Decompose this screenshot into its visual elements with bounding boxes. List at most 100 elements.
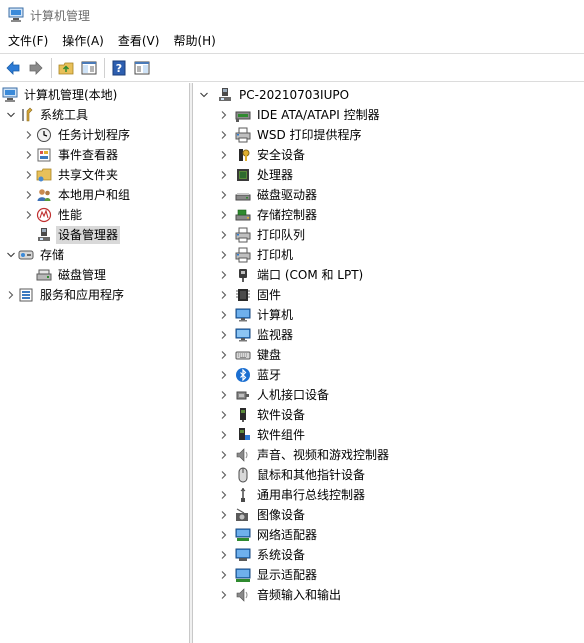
tree-item-system-tools[interactable]: 系统工具 <box>4 105 90 125</box>
device-category-item[interactable]: 磁盘驱动器 <box>217 185 319 205</box>
toolbar-separator <box>104 57 105 78</box>
chevron-right-icon[interactable] <box>217 325 231 345</box>
chevron-right-icon[interactable] <box>217 425 231 445</box>
chevron-right-icon[interactable] <box>217 565 231 585</box>
device-category-item[interactable]: 通用串行总线控制器 <box>217 485 367 505</box>
show-hide-tree-button[interactable] <box>78 57 100 79</box>
device-category-item[interactable]: 安全设备 <box>217 145 307 165</box>
chevron-right-icon[interactable] <box>217 525 231 545</box>
tree-item-device-manager[interactable]: 设备管理器 <box>36 225 121 245</box>
tree-item-disk-management[interactable]: 磁盘管理 <box>36 265 108 285</box>
device-category-item[interactable]: 声音、视频和游戏控制器 <box>217 445 391 465</box>
device-category-item[interactable]: 显示适配器 <box>217 565 319 585</box>
device-category-item[interactable]: 蓝牙 <box>217 365 283 385</box>
chevron-right-icon[interactable] <box>22 145 36 165</box>
chevron-right-icon[interactable] <box>217 365 231 385</box>
device-category-item[interactable]: 人机接口设备 <box>217 385 331 405</box>
show-action-pane-button[interactable] <box>131 57 153 79</box>
chevron-down-icon[interactable] <box>197 85 211 105</box>
performance-icon <box>36 207 52 223</box>
up-folder-button[interactable] <box>55 57 77 79</box>
chevron-down-icon[interactable] <box>4 245 18 265</box>
chevron-right-icon[interactable] <box>217 305 231 325</box>
tree-item-services-apps[interactable]: 服务和应用程序 <box>4 285 126 305</box>
device-category-item[interactable]: 计算机 <box>217 305 295 325</box>
chevron-right-icon[interactable] <box>217 165 231 185</box>
chevron-right-icon[interactable] <box>4 285 18 305</box>
disk-drive-icon <box>235 187 251 203</box>
tree-item-shared-folders[interactable]: 共享文件夹 <box>22 165 120 185</box>
menu-help[interactable]: 帮助(H) <box>166 30 222 52</box>
chevron-right-icon[interactable] <box>217 185 231 205</box>
tree-label: 系统工具 <box>40 108 89 122</box>
chevron-right-icon[interactable] <box>217 385 231 405</box>
menu-view[interactable]: 查看(V) <box>111 30 167 52</box>
chevron-right-icon[interactable] <box>22 185 36 205</box>
menu-action[interactable]: 操作(A) <box>55 30 111 52</box>
device-category-item[interactable]: 固件 <box>217 285 283 305</box>
chevron-right-icon[interactable] <box>22 205 36 225</box>
chevron-right-icon[interactable] <box>217 505 231 525</box>
forward-button[interactable] <box>25 57 47 79</box>
chevron-right-icon[interactable] <box>217 485 231 505</box>
device-category-item[interactable]: 软件组件 <box>217 425 307 445</box>
chevron-right-icon[interactable] <box>217 545 231 565</box>
computer-icon <box>235 307 251 323</box>
tree-item-task-scheduler[interactable]: 任务计划程序 <box>22 125 132 145</box>
device-category-item[interactable]: 存储控制器 <box>217 205 319 225</box>
tree-label: 性能 <box>58 208 83 222</box>
tree-label: 人机接口设备 <box>257 388 330 402</box>
device-category-item[interactable]: 系统设备 <box>217 545 307 565</box>
firmware-icon <box>235 287 251 303</box>
chevron-right-icon[interactable] <box>217 405 231 425</box>
device-category-item[interactable]: 网络适配器 <box>217 525 319 545</box>
display-adapter-icon <box>235 567 251 583</box>
tree-item-event-viewer[interactable]: 事件查看器 <box>22 145 120 165</box>
back-button[interactable] <box>2 57 24 79</box>
svg-text:?: ? <box>116 62 122 75</box>
chevron-right-icon[interactable] <box>217 205 231 225</box>
device-category-item[interactable]: 图像设备 <box>217 505 307 525</box>
tree-label: 设备管理器 <box>56 226 121 244</box>
tree-item-storage[interactable]: 存储 <box>4 245 66 265</box>
toolbar: ? <box>0 53 584 82</box>
device-category-item[interactable]: 端口 (COM 和 LPT) <box>217 265 365 285</box>
tree-item-local-users[interactable]: 本地用户和组 <box>22 185 132 205</box>
ide-controller-icon <box>235 107 251 123</box>
action-pane-icon <box>134 61 150 74</box>
chevron-right-icon[interactable] <box>217 445 231 465</box>
device-category-item[interactable]: 监视器 <box>217 325 295 345</box>
chevron-right-icon[interactable] <box>217 145 231 165</box>
tree-item-performance[interactable]: 性能 <box>22 205 84 225</box>
chevron-right-icon[interactable] <box>217 585 231 605</box>
chevron-right-icon[interactable] <box>217 245 231 265</box>
chevron-right-icon[interactable] <box>217 225 231 245</box>
chevron-right-icon[interactable] <box>217 265 231 285</box>
help-icon: ? <box>112 60 126 75</box>
tree-item-computer-root[interactable]: PC-20210703IUPO <box>197 85 351 105</box>
device-category-item[interactable]: 打印队列 <box>217 225 307 245</box>
chevron-right-icon[interactable] <box>217 125 231 145</box>
chevron-right-icon[interactable] <box>22 125 36 145</box>
device-category-item[interactable]: 打印机 <box>217 245 295 265</box>
menu-file[interactable]: 文件(F) <box>0 30 55 52</box>
network-adapter-icon <box>235 527 251 543</box>
help-button[interactable]: ? <box>108 57 130 79</box>
software-component-icon <box>235 427 251 443</box>
chevron-right-icon[interactable] <box>217 345 231 365</box>
device-category-item[interactable]: 键盘 <box>217 345 283 365</box>
chevron-right-icon[interactable] <box>217 285 231 305</box>
device-category-item[interactable]: WSD 打印提供程序 <box>217 125 364 145</box>
device-category-item[interactable]: 软件设备 <box>217 405 307 425</box>
tree-label: 计算机 <box>257 308 294 322</box>
chevron-right-icon[interactable] <box>217 105 231 125</box>
chevron-down-icon[interactable] <box>4 105 18 125</box>
tree-item-computer-management[interactable]: 计算机管理(本地) <box>2 85 119 105</box>
device-category-item[interactable]: 处理器 <box>217 165 295 185</box>
chevron-right-icon[interactable] <box>22 165 36 185</box>
device-category-item[interactable]: IDE ATA/ATAPI 控制器 <box>217 105 382 125</box>
tree-label: 事件查看器 <box>58 148 119 162</box>
chevron-right-icon[interactable] <box>217 465 231 485</box>
device-category-item[interactable]: 音频输入和输出 <box>217 585 343 605</box>
device-category-item[interactable]: 鼠标和其他指针设备 <box>217 465 367 485</box>
